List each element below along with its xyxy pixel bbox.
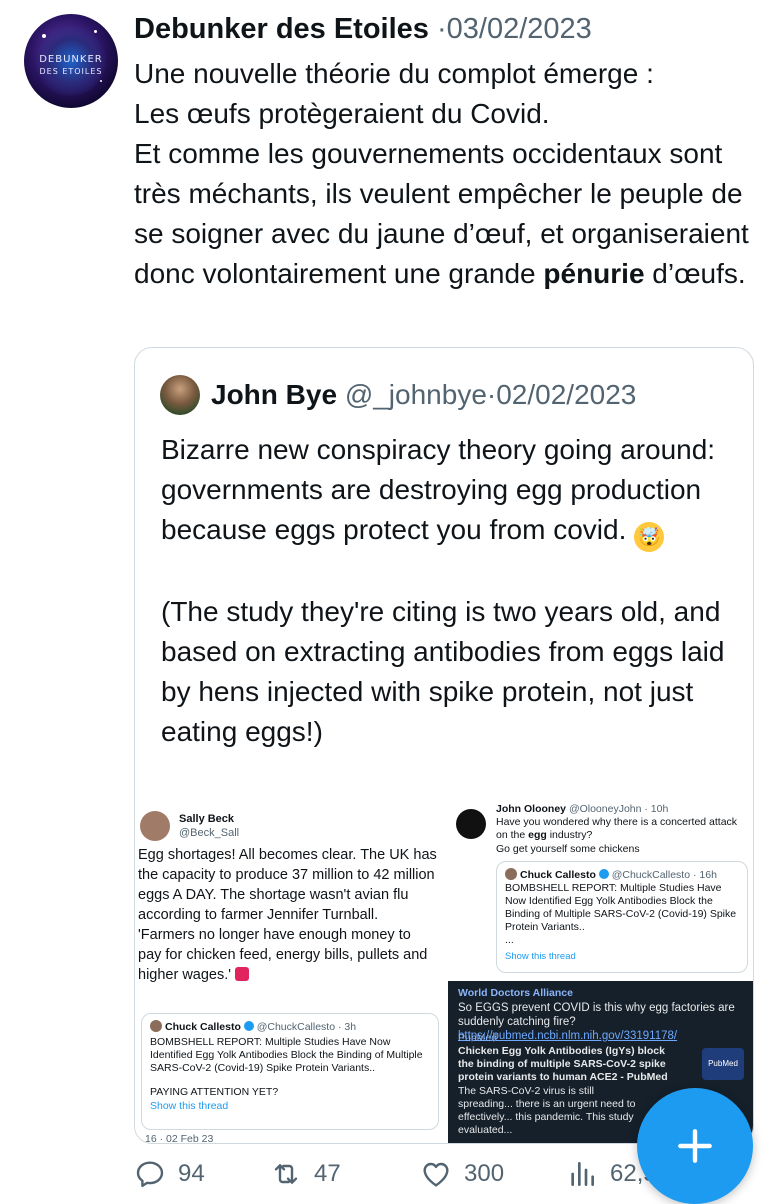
quote-author-name: John Bye xyxy=(211,379,338,410)
olooney-embedded-tweet: Chuck Callesto @ChuckCallesto · 16h BOMB… xyxy=(496,861,748,973)
chuck-avatar xyxy=(505,868,517,880)
separator: · xyxy=(437,13,447,45)
embedded-text: BOMBSHELL REPORT: Multiple Studies Have … xyxy=(505,882,737,933)
retweet-count: 47 xyxy=(314,1160,341,1187)
show-thread-link: Show this thread xyxy=(505,951,576,962)
verified-icon xyxy=(243,1021,254,1031)
avatar-logo-text: DEBUNKER xyxy=(39,54,103,65)
wda-card-text: The SARS-CoV-2 virus is still spreading.… xyxy=(458,1085,636,1136)
quote-author-avatar[interactable] xyxy=(160,375,200,415)
tweet-text-line: Les œufs protègeraient du Covid. xyxy=(134,98,550,129)
quoted-tweet[interactable]: John Bye @_johnbye·02/02/2023 Bizarre ne… xyxy=(134,347,754,1144)
sally-embedded-tweet: Chuck Callesto @ChuckCallesto · 3h BOMBS… xyxy=(141,1013,439,1130)
show-thread-link: Show this thread xyxy=(150,1100,229,1112)
sally-handle: @Beck_Sall xyxy=(179,827,240,839)
media-image-john-olooney[interactable]: John Olooney @OlooneyJohn · 10h Have you… xyxy=(448,803,753,978)
like-button[interactable]: 300 xyxy=(420,1158,504,1190)
tweet-text-bold: pénurie xyxy=(543,258,645,289)
embedded-header: Chuck Callesto @ChuckCallesto · 16h xyxy=(505,868,717,882)
wda-source: PubMed xyxy=(458,1032,498,1044)
separator: · xyxy=(486,379,497,410)
siren-emoji-icon xyxy=(235,967,250,981)
avatar-star xyxy=(94,30,97,33)
tweet-text-paragraph: Et comme les gouvernements occidentaux s… xyxy=(134,134,754,294)
quote-media-grid[interactable]: Sally Beck @Beck_Sall Egg shortages! All… xyxy=(135,803,753,1143)
quote-date: 02/02/2023 xyxy=(496,379,637,410)
retweet-icon xyxy=(274,1164,298,1184)
quote-text-body: Bizarre new conspiracy theory going arou… xyxy=(161,434,716,545)
quote-header: John Bye @_johnbye·02/02/2023 xyxy=(211,378,636,412)
quote-paragraph: Bizarre new conspiracy theory going arou… xyxy=(161,430,741,552)
compose-tweet-button[interactable] xyxy=(637,1088,753,1204)
sally-name: Sally Beck xyxy=(179,813,235,825)
wda-name: World Doctors Alliance xyxy=(458,987,573,999)
olooney-text: Have you wondered why there is a concert… xyxy=(496,816,738,841)
author-name[interactable]: Debunker des Etoiles xyxy=(134,13,429,45)
reply-button[interactable]: 94 xyxy=(134,1158,205,1190)
embedded-header: Chuck Callesto @ChuckCallesto · 3h xyxy=(150,1020,356,1034)
verified-icon xyxy=(598,869,609,879)
tweet-header: Debunker des Etoiles ·03/02/2023 xyxy=(134,12,592,46)
pubmed-logo: PubMed xyxy=(702,1048,744,1080)
avatar-star xyxy=(42,34,46,38)
wda-card-title: Chicken Egg Yolk Antibodies (IgYs) block… xyxy=(458,1045,668,1083)
embedded-text2: PAYING ATTENTION YET? xyxy=(150,1086,279,1098)
quote-paragraph: (The study they're citing is two years o… xyxy=(161,596,725,747)
sally-text: Egg shortages! All becomes clear. The UK… xyxy=(138,847,437,983)
plus-icon xyxy=(678,1129,712,1163)
avatar-logo-text: DES ETOILES xyxy=(39,67,103,76)
retweet-button[interactable]: 47 xyxy=(270,1158,341,1190)
olooney-avatar xyxy=(456,809,486,839)
heart-icon xyxy=(423,1162,449,1187)
reply-count: 94 xyxy=(178,1160,205,1187)
embedded-text: BOMBSHELL REPORT: Multiple Studies Have … xyxy=(150,1036,423,1074)
views-chart-icon xyxy=(571,1162,594,1186)
tweet[interactable]: DEBUNKER DES ETOILES Debunker des Etoile… xyxy=(0,0,779,1204)
tweet-text-line: Une nouvelle théorie du complot émerge : xyxy=(134,58,654,89)
tweet-date[interactable]: 03/02/2023 xyxy=(447,13,592,45)
sally-footer: 16 · 02 Feb 23 xyxy=(145,1133,214,1144)
author-avatar[interactable]: DEBUNKER DES ETOILES xyxy=(24,14,118,108)
media-image-sally-beck[interactable]: Sally Beck @Beck_Sall Egg shortages! All… xyxy=(135,803,445,1143)
sally-avatar xyxy=(140,811,170,841)
tweet-text-end: d’œufs. xyxy=(644,258,746,289)
tweet-text: Une nouvelle théorie du complot émerge :… xyxy=(134,54,754,294)
wda-text: So EGGS prevent COVID is this why egg fa… xyxy=(458,1002,735,1042)
embedded-more: ... xyxy=(505,934,514,946)
quote-handle: @_johnbye xyxy=(344,379,487,410)
exploding-head-emoji-icon: 🤯 xyxy=(634,522,665,552)
olooney-header: John Olooney @OlooneyJohn · 10h xyxy=(496,803,669,815)
quote-text: Bizarre new conspiracy theory going arou… xyxy=(161,430,741,752)
reply-icon xyxy=(136,1161,164,1188)
chuck-avatar xyxy=(150,1020,162,1032)
like-count: 300 xyxy=(464,1160,505,1187)
avatar-star xyxy=(100,80,102,82)
olooney-text2: Go get yourself some chickens xyxy=(496,843,640,855)
